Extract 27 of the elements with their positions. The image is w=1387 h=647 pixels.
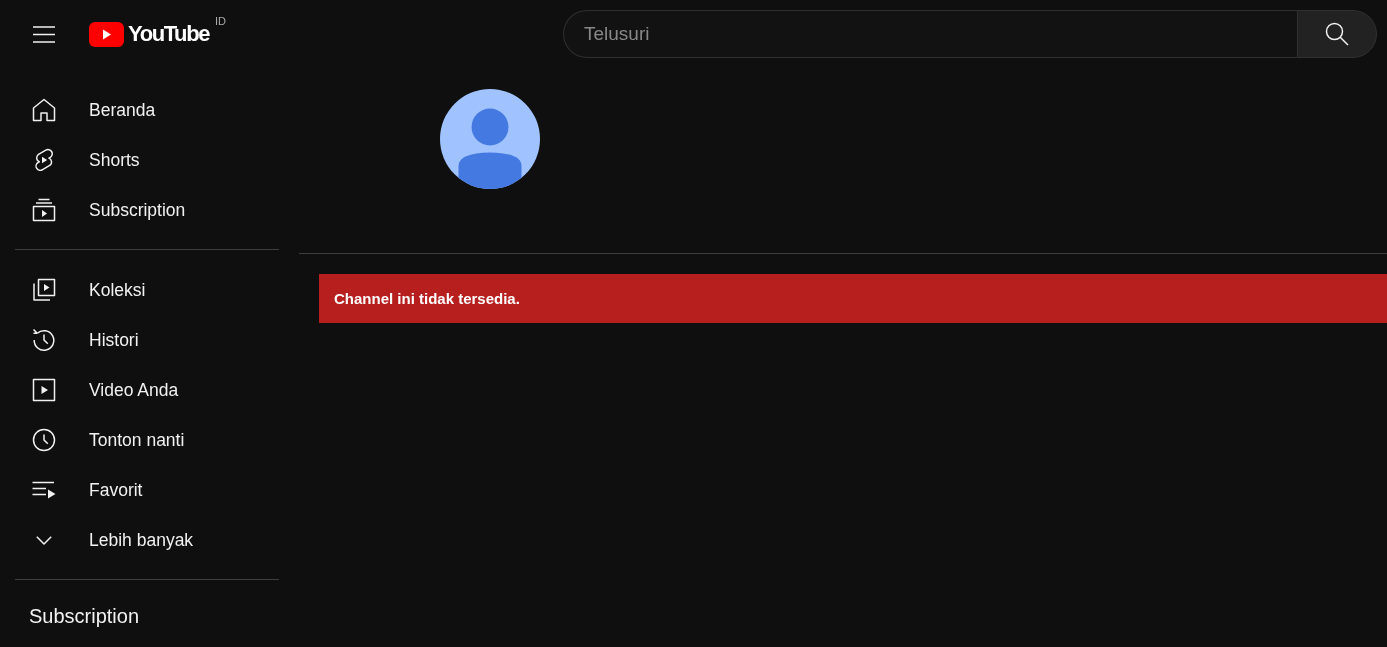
- clock-arrow-icon: [32, 328, 56, 352]
- home-logo-link[interactable]: YouTube: [89, 21, 210, 47]
- play-ribbon-icon: [32, 148, 56, 172]
- play-tile-icon: [89, 21, 124, 47]
- sidebar-item[interactable]: Koleksi: [15, 265, 279, 315]
- search-field[interactable]: Telusuri: [563, 10, 1297, 58]
- search-icon: [1325, 22, 1349, 46]
- sidebar-item[interactable]: Tonton nanti: [15, 415, 279, 465]
- play-layers-icon: [32, 278, 56, 302]
- clock-icon: [32, 428, 56, 452]
- search-button[interactable]: [1297, 10, 1377, 58]
- error-banner: Channel ini tidak tersedia.: [319, 274, 1387, 323]
- sidebar-item[interactable]: Beranda: [15, 85, 279, 135]
- sidebar-item[interactable]: Lebih banyak: [15, 515, 279, 565]
- section-heading: Subscription: [28, 604, 140, 628]
- play-square-icon: [32, 378, 56, 402]
- sidebar-item[interactable]: Shorts: [15, 135, 279, 185]
- sidebar-item[interactable]: Video Anda: [15, 365, 279, 415]
- house-icon: [32, 98, 56, 122]
- avatar-icon: [440, 89, 540, 189]
- play-stack-icon: [32, 198, 56, 222]
- sidebar-item[interactable]: Histori: [15, 315, 279, 365]
- menu-icon: [33, 25, 55, 43]
- country-code: ID: [215, 15, 227, 27]
- chevron-down-icon: [36, 535, 52, 545]
- sidebar-item[interactable]: Subscription: [15, 185, 279, 235]
- sidebar-item[interactable]: Favorit: [15, 465, 279, 515]
